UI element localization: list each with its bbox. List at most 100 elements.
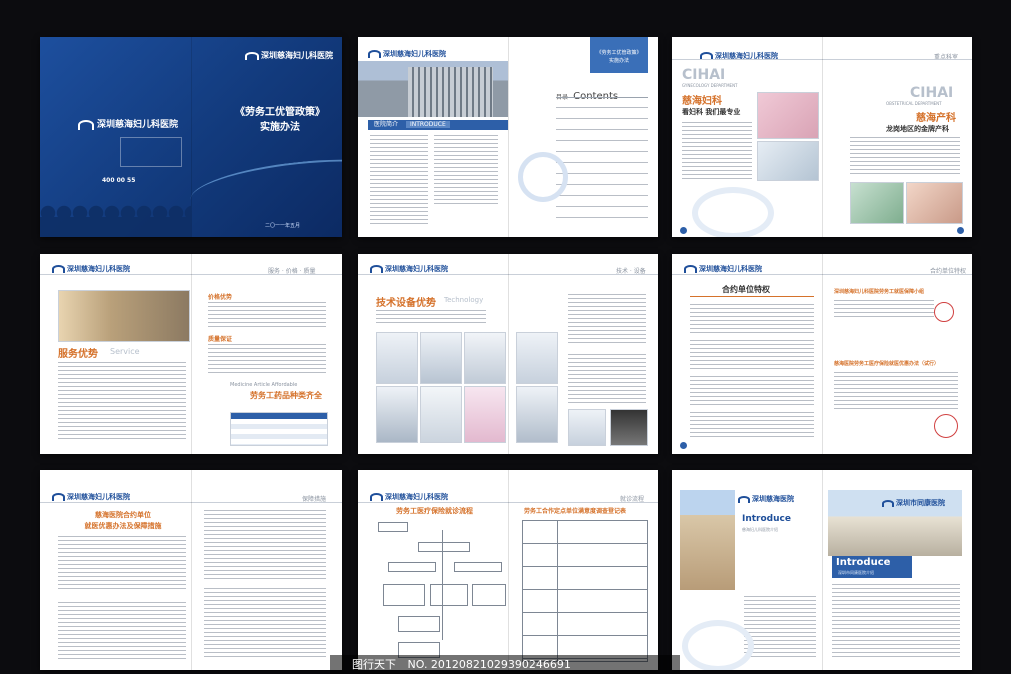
tech-device-3	[464, 332, 506, 384]
dept-right-photo-left	[850, 182, 904, 224]
flow-logo: 深圳慈海妇儿科医院	[370, 492, 448, 502]
tech-device-8	[516, 386, 558, 443]
dept-spread: 深圳慈海妇儿科医院 重点科室 CIHAI GYNECOLOGY DEPARTME…	[672, 37, 972, 237]
toc-building-photo	[358, 61, 508, 117]
tech-device-4	[376, 386, 418, 443]
cover-hospital-icon	[78, 119, 94, 130]
service-logo: 深圳慈海妇儿科医院	[52, 264, 130, 274]
intro-spread: 深圳慈海医院 Introduce 慈海妇儿科医院介绍 深圳市同康医院 Intro…	[672, 470, 972, 670]
flow-spread: 深圳慈海妇儿科医院 就诊流程 劳务工医疗保险就诊流程 劳务工合作定点单位满意度调…	[358, 470, 658, 670]
cover-date: 二〇一一年五月	[265, 223, 301, 229]
footer-watermark-bar: 图行天下 NO. 20120821029390246691	[330, 655, 680, 674]
contract-seal-bottom	[934, 414, 958, 438]
contract-logo-icon	[684, 265, 697, 273]
policy-spread: 深圳慈海妇儿科医院 保障措施 慈海医院合约单位 就医优惠办法及保障措施	[40, 470, 342, 670]
intro-brand-right-icon	[882, 499, 894, 507]
policy-logo-icon	[52, 493, 65, 501]
flow-box-1	[418, 542, 470, 552]
policy-left-text-2	[58, 602, 186, 660]
tech-logo: 深圳慈海妇儿科医院	[370, 264, 448, 274]
intro-text-left	[744, 596, 816, 658]
dept-right-slogan: 龙岗地区的金牌产科	[886, 125, 949, 133]
contract-page-number	[680, 442, 687, 449]
flow-box-4	[430, 584, 468, 606]
toc-badge: 《劳务工优管政策》 实施办法	[590, 37, 648, 73]
dept-page-number-left	[680, 227, 687, 234]
service-medicine-cn: 劳务工药品种类齐全	[250, 391, 322, 400]
dept-right-text	[850, 137, 960, 177]
flow-right-title: 劳务工合作定点单位满意度调查登记表	[524, 508, 627, 515]
dept-swirl-graphic	[692, 187, 774, 237]
tech-device-6	[464, 386, 506, 443]
toc-intro-text-left	[370, 135, 428, 225]
cover-spread: 深圳慈海妇儿科医院 深圳慈海妇儿科医院 《劳务工优管政策》 实施办法 400 0…	[40, 37, 342, 237]
footer-code: NO. 20120821029390246691	[407, 658, 571, 671]
toc-badge-line1: 《劳务工优管政策》	[596, 50, 642, 56]
contract-title-rule	[690, 296, 814, 297]
contract-text-3	[690, 376, 814, 406]
dept-left-slogan: 看妇科 我们最专业	[682, 108, 741, 116]
flow-box-2b	[454, 562, 502, 572]
tech-device-5	[420, 386, 462, 443]
tech-device-9	[568, 409, 606, 446]
intro-banner-right: Introduce 深圳市同康医院介绍	[832, 556, 912, 578]
contract-right-subtitle: 慈海医院劳务工医疗保险就医优惠办法（试行）	[834, 361, 940, 367]
contract-header-rule	[672, 274, 972, 275]
tech-title-cn: 技术设备优势	[376, 298, 436, 309]
service-price-heading: 价格优势	[208, 294, 233, 301]
toc-building-windows	[408, 67, 493, 117]
flow-box-6	[398, 616, 440, 632]
toc-entries	[556, 102, 648, 227]
service-title-cn: 服务优势	[58, 349, 98, 360]
dept-right-sub: OBSTETRICAL DEPARTMENT	[886, 101, 942, 106]
dept-left-en: CIHAI	[682, 67, 726, 83]
service-spread: 深圳慈海妇儿科医院 服务 · 价格 · 质量 服务优势 Service 价格优势…	[40, 254, 342, 454]
cover-title-line1: 《劳务工优管政策》	[235, 107, 325, 118]
dept-right-en: CIHAI	[910, 85, 954, 101]
tech-logo-icon	[370, 265, 383, 273]
policy-right-text-1	[204, 510, 326, 580]
intro-swirl-graphic	[682, 620, 754, 670]
toc-logo: 深圳慈海妇儿科医院	[368, 49, 446, 59]
policy-title-line2: 就医优惠办法及保障措施	[84, 522, 162, 530]
toc-hand-graphic	[518, 152, 568, 202]
dept-left-text	[682, 122, 752, 182]
toc-logo-icon	[368, 50, 381, 58]
intro-subtitle-left: 慈海妇儿科医院介绍	[742, 527, 778, 532]
contract-spread: 深圳慈海妇儿科医院 合约单位特权 合约单位特权 深圳慈海妇儿科医院劳务工就医保障…	[672, 254, 972, 454]
toc-section-bar: 医院简介 INTRODUCE	[368, 120, 508, 130]
intro-title-left: Introduce	[742, 514, 791, 524]
flow-survey-table	[522, 520, 648, 662]
flow-logo-icon	[370, 493, 383, 501]
footer-watermark: 图行天下	[352, 658, 396, 671]
intro-subtitle-right: 深圳市同康医院介绍	[838, 570, 874, 575]
tech-right-text-top	[568, 294, 646, 344]
cover-title-line2: 实施办法	[260, 122, 300, 133]
intro-text-right	[832, 584, 960, 658]
intro-brand-left-icon	[738, 495, 750, 503]
intro-brand-right: 深圳市同康医院	[882, 498, 945, 508]
tech-intro-text	[376, 310, 486, 324]
service-title-en: Service	[110, 347, 140, 356]
contract-right-text	[834, 372, 958, 412]
cover-light-arc	[187, 150, 342, 226]
cover-phone: 400 00 55	[102, 177, 136, 184]
toc-contents-heading: 目录 Contents	[556, 84, 618, 103]
policy-logo: 深圳慈海妇儿科医院	[52, 492, 130, 502]
cover-logo-small: 深圳慈海妇儿科医院	[245, 50, 333, 61]
dept-left-sub: GYNECOLOGY DEPARTMENT	[682, 83, 738, 88]
flow-box-2a	[388, 562, 436, 572]
cover-logo-large: 深圳慈海妇儿科医院	[78, 117, 178, 130]
cover-title: 《劳务工优管政策》 实施办法	[225, 105, 335, 135]
service-price-text	[208, 302, 326, 328]
intro-brand-left: 深圳慈海医院	[738, 494, 794, 504]
flow-box-3	[383, 584, 425, 606]
contract-logo: 深圳慈海妇儿科医院	[684, 264, 762, 274]
policy-title-line1: 慈海医院合约单位	[95, 511, 151, 519]
service-text	[58, 362, 186, 442]
tech-device-10	[610, 409, 648, 446]
contract-text-4	[690, 412, 814, 440]
tech-title-en: Technology	[444, 296, 484, 304]
service-medicine-en: Medicine Article Affordable	[230, 382, 298, 388]
cover-logo-icon	[245, 51, 259, 60]
